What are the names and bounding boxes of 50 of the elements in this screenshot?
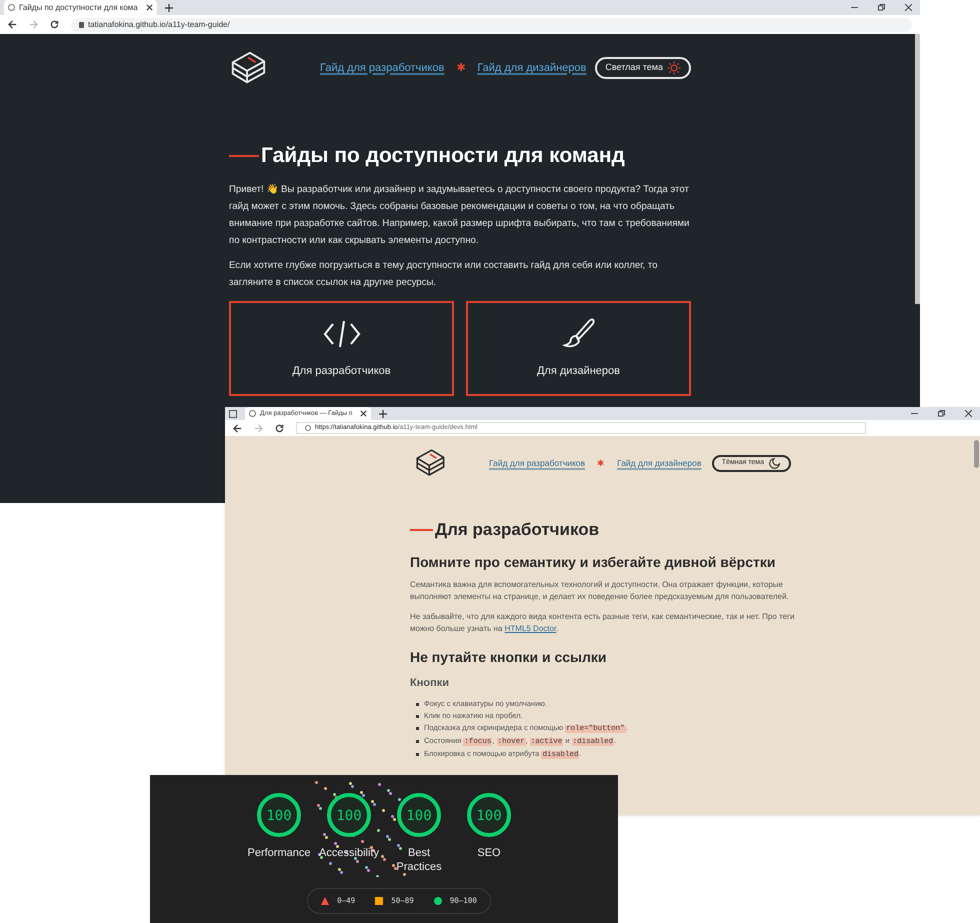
asterisk-icon: ✱ xyxy=(597,456,606,470)
guide-card[interactable]: Для дизайнеров xyxy=(466,301,691,396)
theme-toggle-button[interactable]: Светлая тема xyxy=(595,57,691,79)
restore-icon[interactable] xyxy=(878,4,885,11)
restore-icon[interactable] xyxy=(938,410,945,417)
scrollbar[interactable] xyxy=(915,34,920,304)
sun-icon xyxy=(667,61,681,75)
guide-card[interactable]: Для разработчиков xyxy=(229,301,454,396)
book-stack-icon[interactable] xyxy=(414,447,446,479)
score-label: SEO xyxy=(476,846,502,860)
minimize-icon[interactable] xyxy=(911,410,918,417)
subsection-heading: Кнопки xyxy=(410,676,450,690)
nav-link[interactable]: Гайд для дизайнеров xyxy=(617,456,702,470)
close-icon[interactable] xyxy=(965,410,972,417)
close-icon[interactable] xyxy=(146,4,153,11)
scrollbar[interactable] xyxy=(974,440,979,468)
nav-link[interactable]: Гайд для дизайнеров xyxy=(477,60,586,76)
moon-icon xyxy=(768,456,781,470)
score-label: Best Practices xyxy=(395,846,443,874)
doc-link[interactable]: HTML5 Doctor xyxy=(504,624,556,633)
back-icon[interactable] xyxy=(8,20,17,29)
asterisk-icon: ✱ xyxy=(456,60,466,76)
tab-title: Гайды по доступности для кома xyxy=(19,2,138,14)
score-gauge: 100 xyxy=(465,791,513,839)
score-gauge: 100 xyxy=(325,791,373,839)
section-heading: Не путайте кнопки и ссылки xyxy=(410,648,608,666)
nav-link[interactable]: Гайд для разработчиков xyxy=(320,60,444,76)
new-tab-icon[interactable] xyxy=(164,4,173,12)
score-gauge: 100 xyxy=(255,791,303,839)
reload-icon[interactable] xyxy=(50,20,59,29)
minimize-icon[interactable] xyxy=(851,4,858,11)
page-heading: Гайды по доступности для команд xyxy=(229,143,691,169)
back-icon[interactable] xyxy=(233,424,242,432)
score-label: Performance xyxy=(246,846,312,860)
reload-icon[interactable] xyxy=(275,424,284,432)
url-text: tatianafokina.github.io/a11y-team-guide/ xyxy=(88,18,230,30)
address-bar[interactable]: tatianafokina.github.io/a11y-team-guide/ xyxy=(71,18,912,32)
nav-link[interactable]: Гайд для разработчиков xyxy=(489,456,586,470)
tab-actions-icon[interactable] xyxy=(229,410,237,418)
body-paragraph: Семантика важна для вспомогательных технологий и доступности. Она отражает функции, которые выполняют элементы на странице, и делает их поведение более предсказуемым для пользователей. xyxy=(410,579,790,603)
intro-paragraph: Если хотите глубже погрузиться в тему доступности или составить гайд для себя или коллег, то загляните в список ссылок на другие ресурсы. xyxy=(229,259,658,290)
browser-tab[interactable]: Гайды по доступности для кома xyxy=(4,0,157,15)
score-gauge: 100 xyxy=(395,791,443,839)
new-tab-icon[interactable] xyxy=(379,410,388,418)
section-heading: Помните про семантику и избегайте дивной вёрстки xyxy=(410,553,776,571)
body-paragraph: Не забывайте, что для каждого вида контента есть разные теги, как семантические, так и нет. Про теги можно больше узнать на HTML5 Doctor. xyxy=(410,611,795,635)
close-icon[interactable] xyxy=(360,410,368,417)
close-icon[interactable] xyxy=(905,4,912,11)
intro-paragraph: Привет! 👋 Вы разработчик или дизайнер и задумываетесь о доступности своего продукта? Тогда этот гайд может с этим помочь. Здесь собраны базовые рекомендации и советы о том, на что обращать внимание при разработке сайтов. Например, какой размер шрифта выбирать, что там с требованиями по контрастности или как скрывать элементы доступно. xyxy=(229,183,690,248)
page-heading: Для разработчиков xyxy=(410,520,795,540)
